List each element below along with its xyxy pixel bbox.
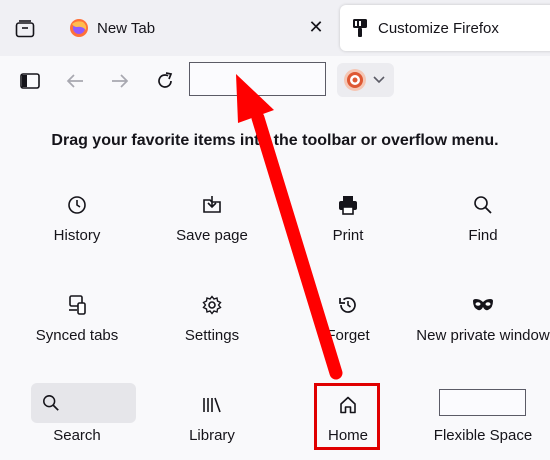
paintbrush-icon [353, 19, 367, 37]
palette-item-find[interactable]: Find [413, 194, 550, 246]
private-window-icon [473, 299, 493, 311]
forward-arrow-icon [112, 74, 129, 88]
sidebar-icon [20, 73, 40, 89]
palette-item-label: New private window [416, 327, 550, 344]
palette-item-search[interactable]: Search [7, 426, 147, 446]
flexible-space-preview[interactable] [439, 389, 526, 416]
search-engine-button[interactable] [337, 63, 394, 97]
chevron-down-icon [373, 76, 385, 84]
palette-item-print[interactable]: Print [278, 194, 418, 246]
back-arrow-icon [66, 74, 83, 88]
tab-list-icon [15, 20, 35, 38]
settings-icon [202, 295, 222, 315]
palette-item-label: Print [332, 227, 364, 244]
palette-item-new-private-window[interactable]: New private window [413, 294, 550, 346]
palette-item-library[interactable]: Library [142, 394, 282, 446]
palette-item-save-page[interactable]: Save page [142, 194, 282, 246]
firefox-logo-icon [70, 19, 88, 37]
sidebar-toggle-button[interactable] [15, 66, 45, 96]
palette-item-label: Forget [326, 327, 370, 344]
palette-item-settings[interactable]: Settings [142, 294, 282, 346]
library-icon [203, 397, 221, 413]
synced-tabs-icon [69, 295, 86, 315]
palette-item-flexible-space[interactable]: Flexible Space [413, 426, 550, 446]
palette-item-synced-tabs[interactable]: Synced tabs [7, 294, 147, 346]
palette-item-history[interactable]: History [7, 194, 147, 246]
customize-heading: Drag your favorite items into the toolba… [51, 132, 499, 149]
history-icon [68, 196, 86, 214]
search-widget-preview[interactable] [31, 383, 136, 423]
print-icon [339, 196, 357, 215]
palette-item-label: Search [53, 427, 101, 444]
find-icon [474, 196, 492, 214]
palette-item-label: Library [189, 427, 235, 444]
forward-button[interactable] [105, 66, 135, 96]
palette-item-label: Save page [176, 227, 248, 244]
tab-new-tab[interactable]: New Tab ✕ [56, 0, 334, 56]
reload-icon [158, 72, 173, 88]
url-bar-placeholder[interactable] [189, 62, 326, 96]
palette-item-label: Settings [184, 327, 240, 344]
tab-label: Customize Firefox [378, 19, 499, 37]
duckduckgo-icon [344, 69, 366, 91]
palette-item-label: History [53, 227, 101, 244]
back-button[interactable] [60, 66, 90, 96]
palette-item-forget[interactable]: Forget [278, 294, 418, 346]
palette-item-label: Flexible Space [433, 427, 533, 444]
save-page-icon [203, 196, 221, 213]
reload-button[interactable] [150, 66, 180, 96]
forget-icon [339, 297, 356, 313]
palette-item-label: Synced tabs [35, 327, 119, 344]
tab-close-button[interactable]: ✕ [306, 17, 326, 37]
home-highlight-box [314, 383, 380, 450]
search-icon [43, 395, 59, 411]
tab-list-button[interactable] [10, 14, 40, 44]
tab-label: New Tab [97, 19, 156, 37]
palette-item-label: Find [468, 227, 498, 244]
tab-customize-firefox[interactable]: Customize Firefox [340, 5, 550, 51]
